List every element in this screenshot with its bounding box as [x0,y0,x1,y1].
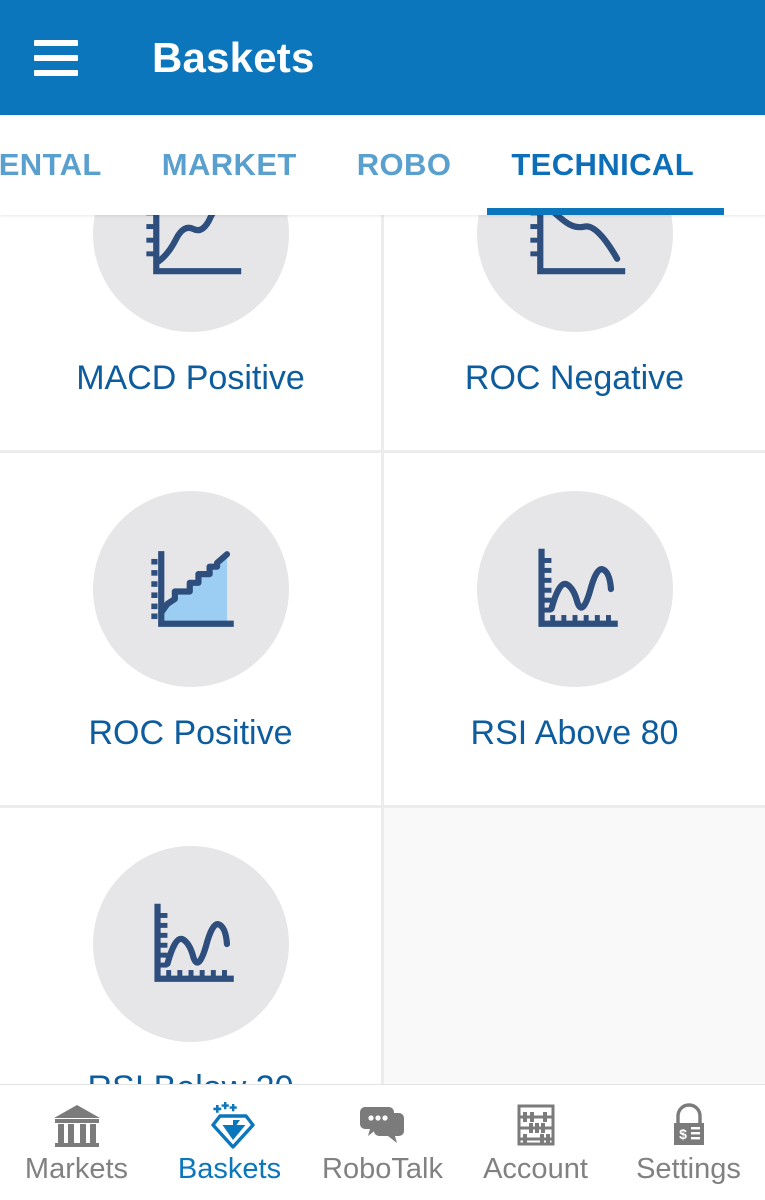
basket-card-label: MACD Positive [76,359,305,397]
diamond-sparkle-icon [204,1101,256,1149]
area-chart-up-icon [92,491,289,687]
nav-item-settings[interactable]: $ Settings [612,1085,765,1200]
page-title: Baskets [152,33,315,81]
tab-fundamental[interactable]: FUNDAMENTAL [0,115,132,215]
basket-card-rsi-above-80[interactable]: RSI Above 80 [384,453,765,805]
nav-item-robotalk[interactable]: RoboTalk [306,1085,459,1200]
tab-bar-scroller[interactable]: FUNDAMENTAL MARKET ROBO TECHNICAL [0,115,724,215]
tab-technical[interactable]: TECHNICAL [481,115,724,215]
wave-chart-icon [92,846,289,1042]
basket-grid-scroll-area[interactable]: MACD Positive ROC Negative ROC Positive … [0,215,765,1084]
nav-item-label: RoboTalk [322,1153,443,1185]
nav-item-baskets[interactable]: Baskets [153,1085,306,1200]
nav-item-label: Account [483,1153,588,1185]
chat-bubbles-icon [357,1101,409,1149]
wave-chart-icon [476,491,673,687]
tab-label: TECHNICAL [511,147,695,182]
padlock-dollar-icon: $ [663,1101,715,1149]
hamburger-bar [34,54,78,61]
nav-item-label: Markets [24,1153,129,1185]
basket-card-roc-positive[interactable]: ROC Positive [0,453,381,805]
tab-robo[interactable]: ROBO [327,115,482,215]
basket-card-macd-positive[interactable]: MACD Positive [0,215,381,450]
app-root: Baskets FUNDAMENTAL MARKET ROBO TECHNICA… [0,0,765,1200]
tab-market[interactable]: MARKET [132,115,327,215]
nav-item-label: Baskets [177,1153,282,1185]
basket-card-rsi-below-20[interactable]: RSI Below 20 [0,808,381,1084]
tab-label: ROBO [356,147,452,182]
line-chart-icon [476,215,673,332]
svg-text:$: $ [679,1126,687,1142]
hamburger-bar [34,39,78,46]
basket-card-label: RSI Above 80 [470,714,679,752]
hamburger-menu-icon[interactable] [34,36,78,80]
abacus-icon [510,1101,562,1149]
tab-label: MARKET [161,147,297,182]
line-chart-icon [92,215,289,332]
bottom-navigation-bar: Markets Baskets RoboTalk Account $ Setti… [0,1084,765,1200]
hamburger-bar [34,69,78,76]
nav-item-markets[interactable]: Markets [0,1085,153,1200]
tab-bar[interactable]: FUNDAMENTAL MARKET ROBO TECHNICAL [0,115,765,215]
basket-card-label: RSI Below 20 [80,1069,302,1084]
basket-card-roc-negative[interactable]: ROC Negative [384,215,765,450]
nav-item-account[interactable]: Account [459,1085,612,1200]
basket-card-label: ROC Positive [88,714,293,752]
app-bar: Baskets [0,0,765,115]
basket-grid-empty-cell [384,808,765,1084]
basket-card-label: ROC Negative [464,359,685,397]
nav-item-label: Settings [636,1153,741,1185]
basket-grid: MACD Positive ROC Negative ROC Positive … [0,215,765,1084]
tab-label: FUNDAMENTAL [0,147,102,182]
bank-building-icon [51,1101,103,1149]
